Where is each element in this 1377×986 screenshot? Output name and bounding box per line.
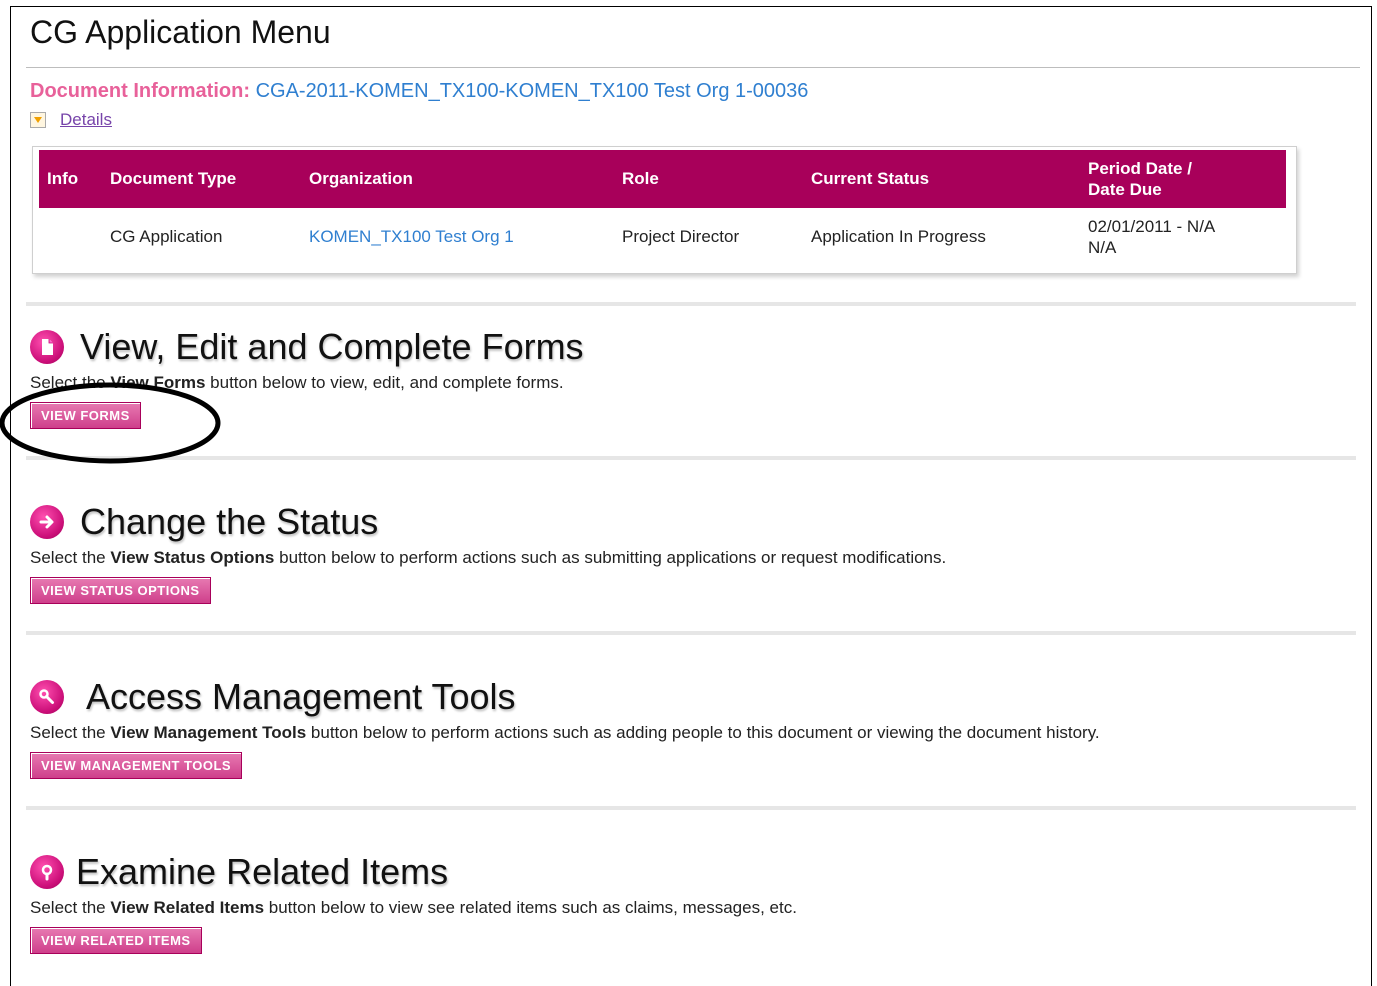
desc-bold: View Management Tools — [110, 723, 307, 742]
period-date-value: 02/01/2011 - N/A — [1088, 217, 1216, 236]
details-link[interactable]: Details — [60, 110, 112, 130]
annotation-ellipse — [0, 382, 221, 464]
view-related-items-button[interactable]: VIEW RELATED ITEMS — [30, 927, 202, 954]
section-title: Access Management Tools — [86, 676, 516, 717]
document-information: Document Information: CGA-2011-KOMEN_TX1… — [30, 80, 808, 103]
column-header-info: Info — [39, 150, 102, 208]
desc-text: Select the — [30, 548, 111, 567]
view-status-options-button[interactable]: VIEW STATUS OPTIONS — [30, 577, 211, 604]
cell-organization: KOMEN_TX100 Test Org 1 — [301, 208, 614, 266]
section-divider — [26, 806, 1356, 810]
desc-bold: View Related Items — [110, 898, 265, 917]
organization-link[interactable]: KOMEN_TX100 Test Org 1 — [309, 227, 514, 246]
column-header-role: Role — [614, 150, 803, 208]
table-row: CG Application KOMEN_TX100 Test Org 1 Pr… — [39, 208, 1286, 266]
document-id-link[interactable]: CGA-2011-KOMEN_TX100-KOMEN_TX100 Test Or… — [256, 80, 809, 102]
period-date-header-line1: Period Date / — [1088, 159, 1192, 178]
section-description: Select the View Related Items button bel… — [30, 898, 797, 918]
section-description: Select the View Management Tools button … — [30, 723, 1100, 743]
arrow-right-icon — [30, 505, 64, 539]
section-divider — [26, 302, 1356, 306]
cell-period-date: 02/01/2011 - N/A N/A — [1080, 208, 1286, 266]
desc-text: Select the — [30, 898, 111, 917]
section-header: Change the Status — [30, 500, 946, 544]
section-header: Examine Related Items — [30, 850, 797, 894]
section-change-status: Change the Status Select the View Status… — [30, 500, 946, 604]
section-description: Select the View Status Options button be… — [30, 548, 946, 568]
desc-bold: View Status Options — [110, 548, 275, 567]
column-header-current-status: Current Status — [803, 150, 1080, 208]
section-management-tools: Access Management Tools Select the View … — [30, 675, 1100, 779]
cell-role: Project Director — [622, 227, 740, 246]
page-title: CG Application Menu — [30, 14, 331, 50]
details-row: Details — [30, 110, 112, 130]
title-divider — [26, 67, 1360, 68]
section-title: Change the Status — [80, 501, 379, 542]
desc-text: button below to view see related items s… — [264, 898, 797, 917]
document-table: Info Document Type Organization Role Cur… — [39, 150, 1286, 266]
column-header-document-type: Document Type — [102, 150, 301, 208]
document-information-label: Document Information: — [30, 80, 250, 102]
view-management-tools-button[interactable]: VIEW MANAGEMENT TOOLS — [30, 752, 243, 779]
document-icon — [30, 330, 64, 364]
desc-text: button below to view, edit, and complete… — [205, 373, 564, 392]
section-title: Examine Related Items — [76, 851, 449, 892]
section-title: View, Edit and Complete Forms — [80, 326, 584, 367]
document-table-panel: Info Document Type Organization Role Cur… — [32, 146, 1297, 274]
cell-info — [39, 208, 102, 266]
column-header-organization: Organization — [301, 150, 614, 208]
desc-text: button below to perform actions such as … — [306, 723, 1100, 742]
section-header: Access Management Tools — [30, 675, 1100, 719]
current-status-header-label: Current Status — [811, 169, 930, 188]
section-divider — [26, 631, 1356, 635]
section-related-items: Examine Related Items Select the View Re… — [30, 850, 797, 954]
period-date-header-line2: Date Due — [1088, 180, 1162, 199]
magnifier-icon — [30, 855, 64, 889]
wrench-icon — [30, 680, 64, 714]
section-header: View, Edit and Complete Forms — [30, 325, 584, 369]
date-due-value: N/A — [1088, 238, 1117, 257]
desc-text: Select the — [30, 723, 111, 742]
table-header-row: Info Document Type Organization Role Cur… — [39, 150, 1286, 208]
expand-toggle-icon[interactable] — [30, 112, 46, 128]
cell-current-status: Application In Progress — [811, 227, 986, 246]
column-header-period-date: Period Date / Date Due — [1080, 150, 1286, 208]
desc-text: button below to perform actions such as … — [274, 548, 947, 567]
cell-document-type: CG Application — [110, 227, 223, 246]
